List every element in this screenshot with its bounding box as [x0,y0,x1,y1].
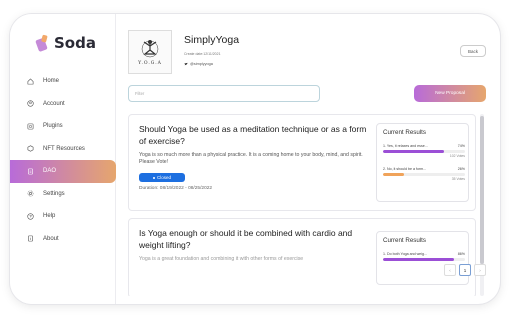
sidebar: Soda Home Account Plugins NFT Resources … [10,14,116,304]
main-content: Y.O.G.A SimplyYoga Create date:12/11/202… [116,14,500,304]
sidebar-item-help[interactable]: Help [10,205,116,228]
about-icon [27,235,34,242]
nft-icon [27,145,34,152]
option-progress-bar [383,173,465,176]
sidebar-item-label: Settings [43,190,65,197]
sidebar-item-settings[interactable]: Settings [10,183,116,206]
results-panel: Current Results 1. Do both Yoga and weig… [376,231,469,285]
option-percent: 86% [457,252,465,256]
pagination: ‹ 1 › [444,264,486,276]
twitter-handle: @simplyyoga [190,62,213,66]
page-title: SimplyYoga [184,34,240,46]
option-percent: 74% [457,144,465,148]
results-title: Current Results [383,237,426,244]
proposal-description: Yoga is a great foundation and combining… [139,256,304,262]
sidebar-item-about[interactable]: About [10,228,116,251]
proposal-card[interactable]: Should Yoga be used as a meditation tech… [128,114,476,211]
results-panel: Current Results 1. Yes, it relaxes and e… [376,123,469,202]
brand[interactable]: Soda [35,34,96,52]
prev-page-button[interactable]: ‹ [444,264,456,276]
twitter-icon [184,62,188,66]
new-proposal-button[interactable]: New Proposal [414,85,486,102]
option-votes: 102 Votes [449,154,465,158]
org-twitter-link[interactable]: @simplyyoga [184,62,213,66]
next-page-button[interactable]: › [474,264,486,276]
option-votes: 35 Votes [451,177,465,181]
proposal-card[interactable]: Is Yoga enough or should it be combined … [128,218,476,296]
sidebar-item-label: Home [43,78,60,85]
option-label: 2. No, it should be a form... [383,167,427,171]
org-logo-text: Y.O.G.A [138,61,162,66]
option-progress-fill [383,150,444,153]
plugins-icon [27,123,34,130]
back-button[interactable]: Back [460,45,486,57]
result-option: 2. No, it should be a form... 26% 35 Vot… [383,167,465,181]
app-window: Soda Home Account Plugins NFT Resources … [10,14,500,304]
sidebar-item-label: Plugins [43,123,63,130]
sidebar-item-label: Account [43,100,65,107]
sidebar-item-account[interactable]: Account [10,93,116,116]
option-progress-fill [383,173,405,176]
option-progress-bar [383,258,465,261]
proposal-description: Yoga is so much more than a physical pra… [139,152,363,165]
scrollbar-thumb[interactable] [480,116,484,264]
sidebar-item-label: Help [43,213,56,220]
sidebar-item-label: About [43,235,59,242]
status-label: Closed [156,175,171,180]
result-option: 1. Do both Yoga and weig... 86% [383,252,465,261]
status-badge: Closed [139,173,185,182]
gear-icon [27,190,34,197]
option-percent: 26% [457,167,465,171]
yoga-figure-icon [141,40,159,58]
home-icon [27,78,34,85]
filter-input[interactable]: Filter [128,85,320,102]
proposal-title[interactable]: Should Yoga be used as a meditation tech… [139,123,371,147]
page-button-current[interactable]: 1 [459,264,471,276]
option-label: 1. Do both Yoga and weig... [383,252,427,256]
proposal-title[interactable]: Is Yoga enough or should it be combined … [139,227,371,251]
option-progress-bar [383,150,465,153]
sidebar-item-label: NFT Resources [43,145,85,152]
soda-logo-icon [35,34,51,52]
proposal-list: Should Yoga be used as a meditation tech… [128,114,478,296]
sidebar-item-label: DAO [43,168,57,175]
brand-name: Soda [54,34,96,52]
status-dot-icon [152,176,155,179]
sidebar-item-plugins[interactable]: Plugins [10,115,116,138]
sidebar-item-home[interactable]: Home [10,70,116,93]
option-label: 1. Yes, it relaxes and esse... [383,144,428,148]
account-icon [27,100,34,107]
results-title: Current Results [383,129,426,136]
option-progress-fill [383,258,454,261]
result-option: 1. Yes, it relaxes and esse... 74% 102 V… [383,144,465,158]
sidebar-item-dao[interactable]: DAO [10,160,116,183]
org-logo: Y.O.G.A [128,30,172,74]
proposal-duration: Duration: 08/19/2022 - 08/25/2022 [139,186,213,191]
dao-icon [27,168,34,175]
sidebar-nav: Home Account Plugins NFT Resources DAO S… [10,70,116,250]
org-create-date: Create date:12/11/2021 [184,52,221,56]
sidebar-item-nft-resources[interactable]: NFT Resources [10,138,116,161]
help-icon [27,213,34,220]
